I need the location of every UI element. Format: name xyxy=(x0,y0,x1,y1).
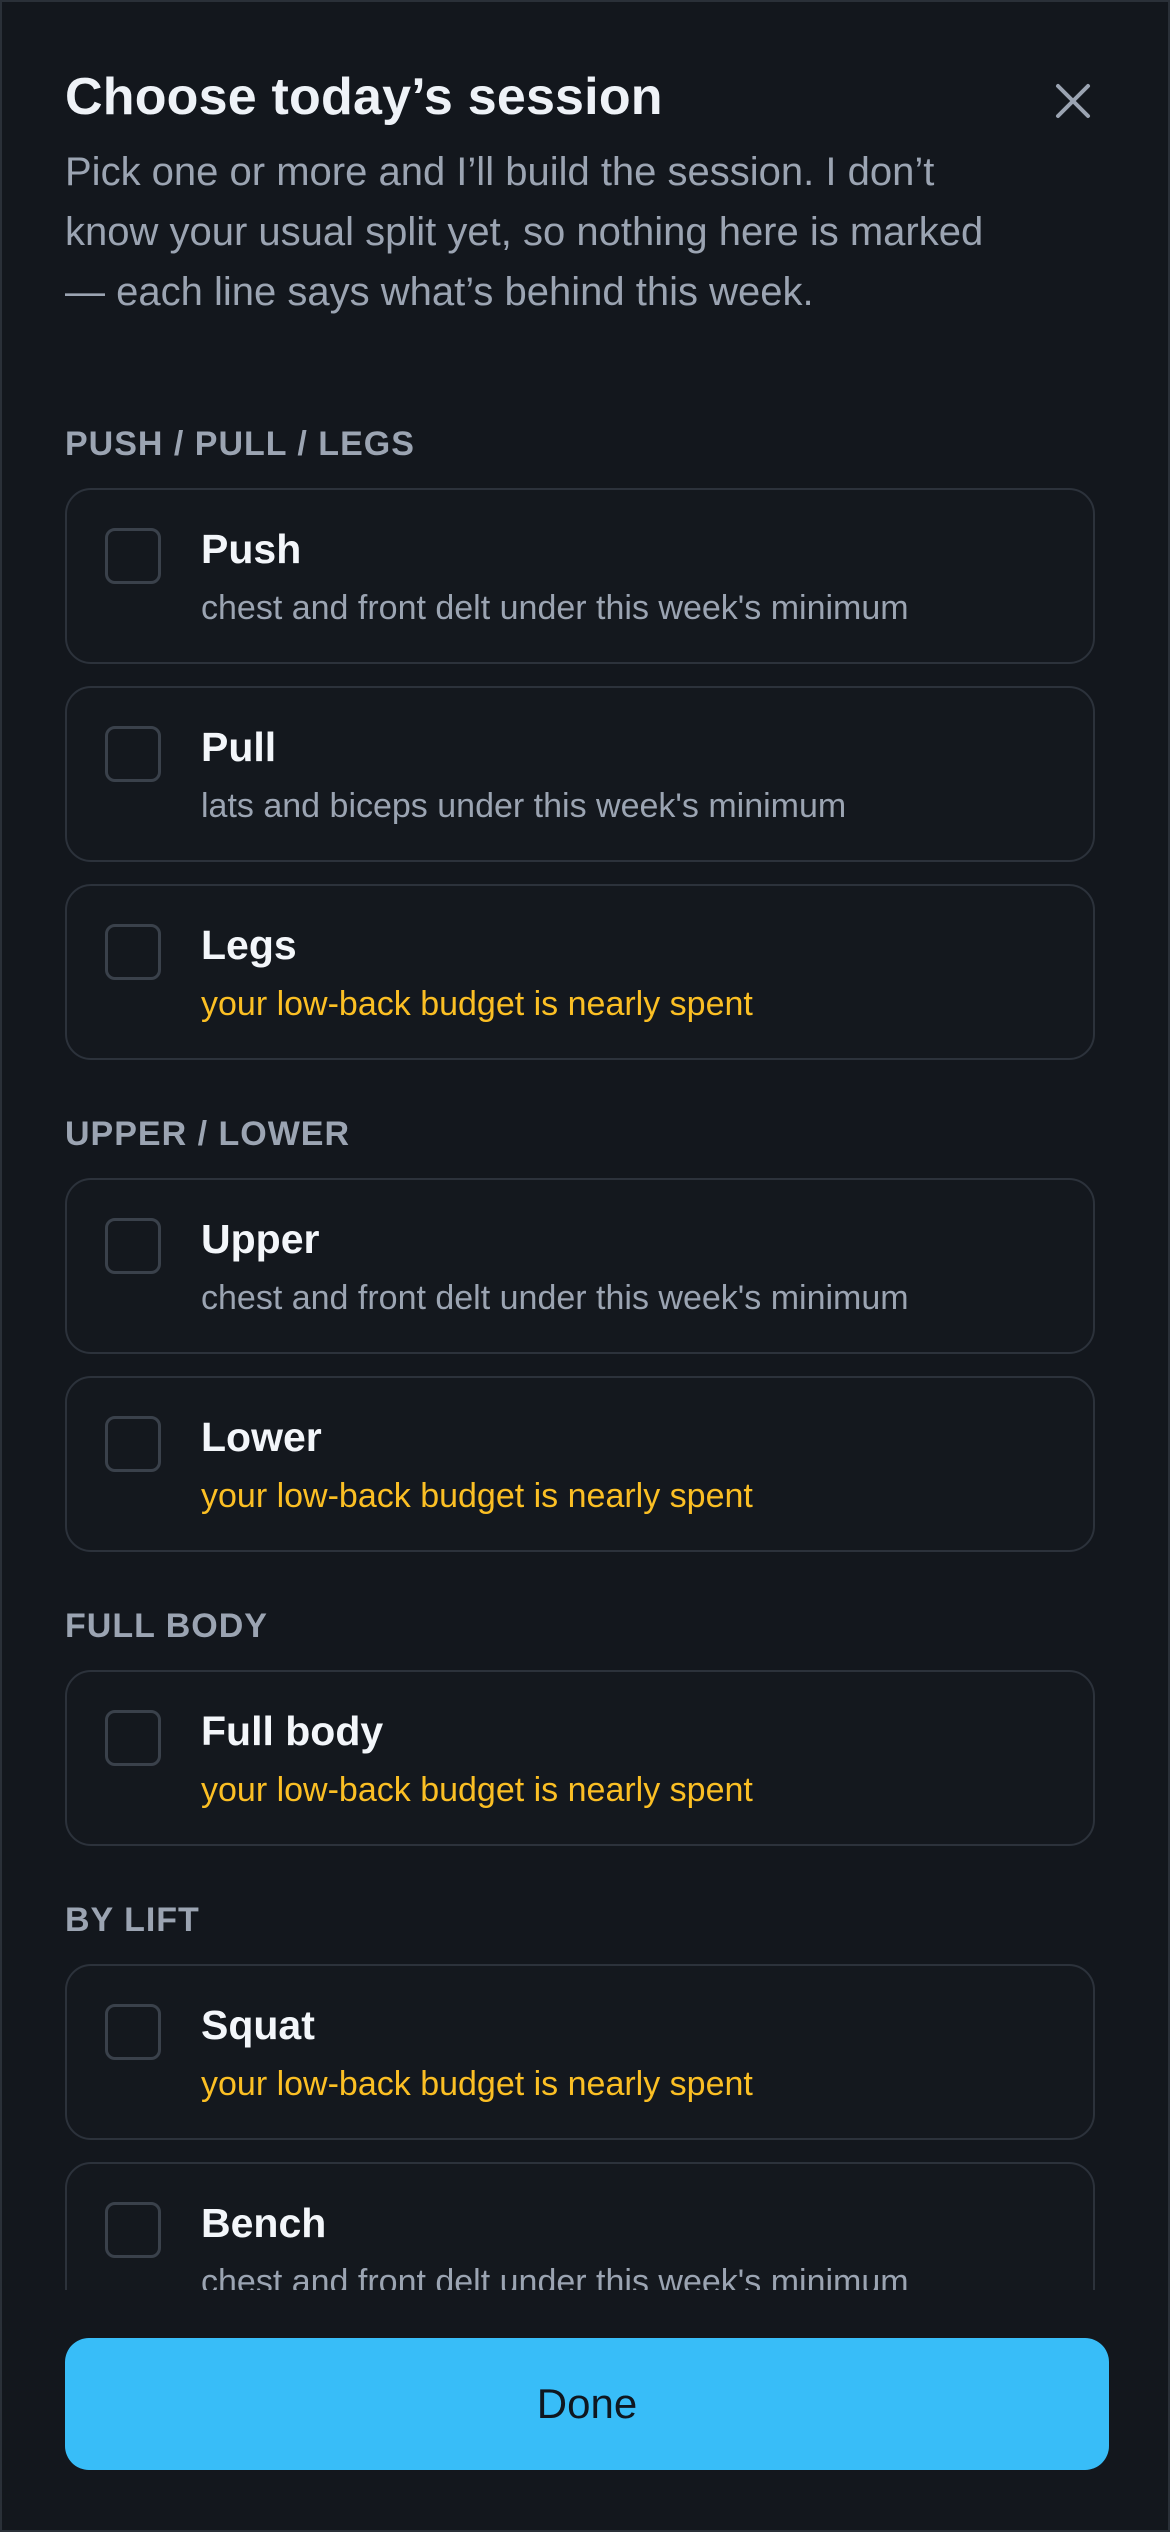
option-name: Legs xyxy=(201,922,297,968)
section-label-upper-lower: UPPER / LOWER xyxy=(65,1115,351,1153)
option-warning-note: your low-back budget is nearly spent xyxy=(201,2065,753,2103)
section-label-full-body: FULL BODY xyxy=(65,1607,268,1645)
option-bench[interactable]: Bench chest and front delt under this we… xyxy=(65,2162,1095,2290)
option-push[interactable]: Push chest and front delt under this wee… xyxy=(65,488,1095,664)
option-pull[interactable]: Pull lats and biceps under this week's m… xyxy=(65,686,1095,862)
checkbox[interactable] xyxy=(105,726,161,782)
option-name: Push xyxy=(201,526,302,572)
option-name: Full body xyxy=(201,1708,384,1754)
page-subtitle: Pick one or more and I’ll build the sess… xyxy=(65,150,984,314)
done-button[interactable]: Done xyxy=(65,2338,1109,2470)
close-button[interactable] xyxy=(1052,80,1094,122)
option-name: Pull xyxy=(201,724,277,770)
option-squat[interactable]: Squat your low-back budget is nearly spe… xyxy=(65,1964,1095,2140)
sheet-footer: Done xyxy=(2,2290,1168,2530)
checkbox[interactable] xyxy=(105,2202,161,2258)
option-warning-note: your low-back budget is nearly spent xyxy=(201,1771,753,1809)
checkbox[interactable] xyxy=(105,1218,161,1274)
checkbox[interactable] xyxy=(105,1710,161,1766)
checkbox[interactable] xyxy=(105,924,161,980)
page-title: Choose today’s session xyxy=(65,68,663,126)
checkbox[interactable] xyxy=(105,528,161,584)
option-note: chest and front delt under this week's m… xyxy=(201,1279,909,1317)
option-note: chest and front delt under this week's m… xyxy=(201,589,909,627)
close-icon xyxy=(1056,84,1090,118)
sheet-header: Choose today’s session Pick one or more … xyxy=(65,64,1065,322)
session-picker-sheet: Choose today’s session Pick one or more … xyxy=(0,0,1170,2532)
option-note: lats and biceps under this week's minimu… xyxy=(201,787,847,825)
option-note: chest and front delt under this week's m… xyxy=(201,2263,909,2290)
checkbox[interactable] xyxy=(105,2004,161,2060)
option-name: Bench xyxy=(201,2200,327,2246)
option-name: Upper xyxy=(201,1216,320,1262)
checkbox[interactable] xyxy=(105,1416,161,1472)
option-warning-note: your low-back budget is nearly spent xyxy=(201,985,753,1023)
option-upper[interactable]: Upper chest and front delt under this we… xyxy=(65,1178,1095,1354)
option-warning-note: your low-back budget is nearly spent xyxy=(201,1477,753,1515)
options-scroll-area[interactable]: Choose today’s session Pick one or more … xyxy=(2,2,1168,2290)
section-label-by-lift: BY LIFT xyxy=(65,1901,200,1939)
option-name: Lower xyxy=(201,1414,322,1460)
option-legs[interactable]: Legs your low-back budget is nearly spen… xyxy=(65,884,1095,1060)
option-name: Squat xyxy=(201,2002,315,2048)
option-lower[interactable]: Lower your low-back budget is nearly spe… xyxy=(65,1376,1095,1552)
section-label-ppl: PUSH / PULL / LEGS xyxy=(65,425,415,463)
option-full-body[interactable]: Full body your low-back budget is nearly… xyxy=(65,1670,1095,1846)
